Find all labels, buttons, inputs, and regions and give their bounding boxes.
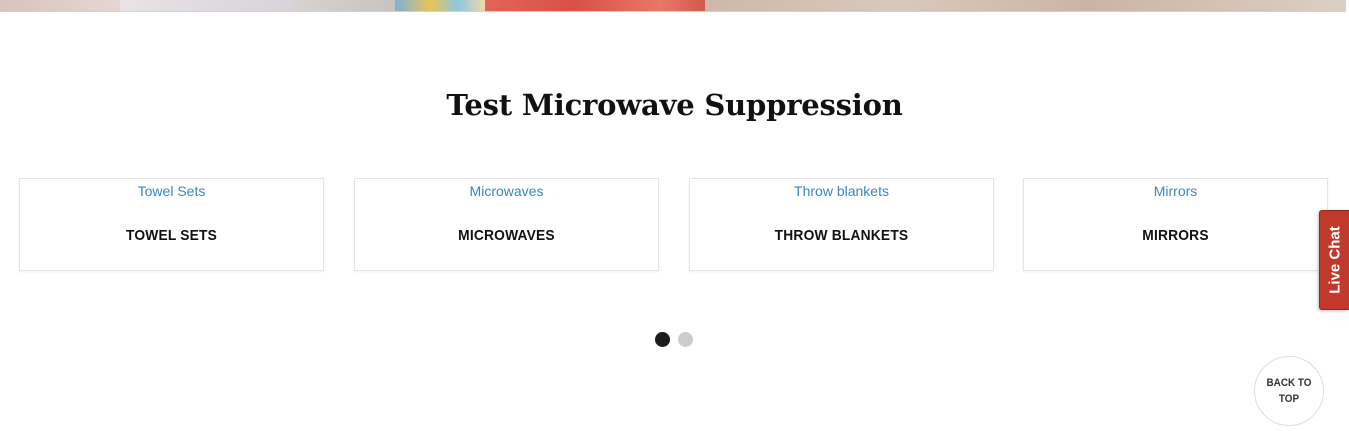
section-title: Test Microwave Suppression xyxy=(446,88,903,122)
category-card-towel-sets[interactable]: Towel Sets TOWEL SETS xyxy=(19,178,324,271)
live-chat-button[interactable]: Live Chat xyxy=(1319,210,1349,310)
category-card-link[interactable]: Throw blankets xyxy=(690,183,993,199)
category-card-link[interactable]: Microwaves xyxy=(355,183,658,199)
back-to-top-button[interactable]: BACK TO TOP xyxy=(1254,356,1324,426)
category-carousel: Towel Sets TOWEL SETS Microwaves MICROWA… xyxy=(19,178,1330,273)
category-card-name: TOWEL SETS xyxy=(125,227,218,244)
category-card-microwaves[interactable]: Microwaves MICROWAVES xyxy=(354,178,659,271)
carousel-dot-1[interactable] xyxy=(655,332,670,347)
category-card-throw-blankets[interactable]: Throw blankets THROW BLANKETS xyxy=(689,178,994,271)
carousel-pagination xyxy=(655,332,693,347)
page: Test Microwave Suppression Towel Sets TO… xyxy=(0,0,1349,431)
category-card-link[interactable]: Towel Sets xyxy=(20,183,323,199)
category-card-name: MICROWAVES xyxy=(458,227,555,244)
back-to-top-label: BACK TO TOP xyxy=(1266,377,1312,405)
carousel-dot-2[interactable] xyxy=(678,332,693,347)
hero-banner-image[interactable] xyxy=(0,0,1346,12)
banner-image-segment xyxy=(295,0,395,11)
banner-image-segment xyxy=(120,0,295,11)
banner-image-segment xyxy=(0,0,120,11)
category-card-name: MIRRORS xyxy=(1142,227,1209,244)
banner-image-segment xyxy=(395,0,485,11)
banner-image-segment xyxy=(705,0,1346,11)
category-card-name: THROW BLANKETS xyxy=(774,227,909,244)
category-card-mirrors[interactable]: Mirrors MIRRORS xyxy=(1023,178,1328,271)
banner-image-segment xyxy=(485,0,705,11)
category-card-link[interactable]: Mirrors xyxy=(1024,183,1327,199)
live-chat-label: Live Chat xyxy=(1326,226,1343,294)
